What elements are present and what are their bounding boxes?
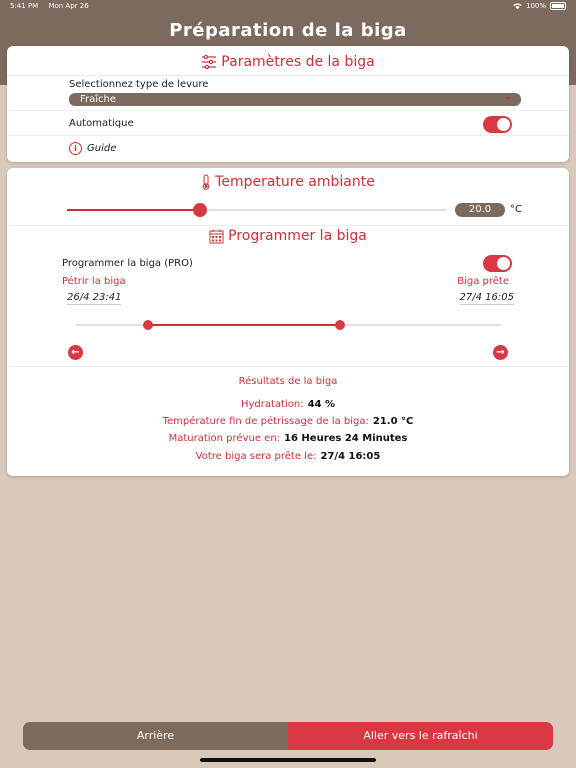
end-date[interactable]: 27/4 16:05 xyxy=(459,292,514,305)
result-row: Température fin de pétrissage de la biga… xyxy=(7,416,569,427)
divider xyxy=(7,225,569,226)
bottom-bar: Arrière Aller vers le rafraîchi xyxy=(23,722,553,750)
battery-percent: 100% xyxy=(525,2,546,10)
result-label: Maturation prévue en: xyxy=(168,433,281,444)
calendar-icon xyxy=(209,229,224,243)
biga-card: Temperature ambiante 20.0 °C Programmer … xyxy=(7,168,569,476)
temp-header: Temperature ambiante xyxy=(7,174,569,190)
start-date[interactable]: 26/4 23:41 xyxy=(67,292,122,305)
range-start-thumb[interactable] xyxy=(143,320,154,330)
auto-label: Automatique xyxy=(69,118,134,129)
info-icon: i xyxy=(69,142,82,155)
range-slider-fill xyxy=(148,324,340,326)
temp-slider-thumb[interactable] xyxy=(193,203,207,217)
divider xyxy=(7,135,569,136)
temp-value: 20.0 xyxy=(455,203,505,217)
schedule-toggle[interactable] xyxy=(483,255,512,272)
wifi-icon xyxy=(513,3,522,9)
guide-link[interactable]: i Guide xyxy=(69,142,116,155)
result-label: Hydratation: xyxy=(240,399,304,410)
end-label: Biga prête xyxy=(457,276,509,287)
home-indicator xyxy=(200,758,376,762)
start-label: Pétrir la biga xyxy=(62,276,126,287)
sliders-icon xyxy=(202,55,217,69)
chevron-down-icon xyxy=(506,97,510,100)
result-row: Hydratation: 44 % xyxy=(7,399,569,410)
temp-unit: °C xyxy=(510,204,522,215)
result-label: Température fin de pétrissage de la biga… xyxy=(162,416,369,427)
toggle-knob xyxy=(497,257,510,270)
yeast-select[interactable]: Fraîche xyxy=(69,93,521,106)
arrow-left-icon[interactable]: ← xyxy=(68,345,83,360)
yeast-value: Fraîche xyxy=(80,94,117,105)
status-bar: 5:41 PM Mon Apr 26 100% xyxy=(0,0,576,14)
status-date: Mon Apr 26 xyxy=(48,2,89,10)
divider xyxy=(7,366,569,367)
next-button[interactable]: Aller vers le rafraîchi xyxy=(288,722,553,750)
auto-toggle[interactable] xyxy=(483,116,512,133)
params-title: Paramètres de la biga xyxy=(221,54,375,70)
result-row: Maturation prévue en: 16 Heures 24 Minute… xyxy=(7,433,569,444)
result-value: 21.0 °C xyxy=(372,416,414,427)
schedule-title: Programmer la biga xyxy=(228,228,367,244)
result-row: Votre biga sera prête le: 27/4 16:05 xyxy=(7,451,569,462)
schedule-toggle-label: Programmer la biga (PRO) xyxy=(62,258,193,269)
range-end-thumb[interactable] xyxy=(334,320,345,330)
params-header: Paramètres de la biga xyxy=(7,54,569,70)
toggle-knob xyxy=(497,118,510,131)
divider xyxy=(7,75,569,76)
temp-title: Temperature ambiante xyxy=(215,174,375,190)
yeast-label: Selectionnez type de levure xyxy=(69,79,209,90)
divider xyxy=(7,110,569,111)
results-title: Résultats de la biga xyxy=(238,376,338,387)
result-value: 16 Heures 24 Minutes xyxy=(284,433,408,444)
temp-slider-fill xyxy=(67,209,200,211)
schedule-header: Programmer la biga xyxy=(7,228,569,244)
page-title: Préparation de la biga xyxy=(169,20,407,41)
thermometer-icon xyxy=(202,174,210,190)
back-button[interactable]: Arrière xyxy=(23,722,288,750)
result-label: Votre biga sera prête le: xyxy=(195,451,317,462)
status-time: 5:41 PM xyxy=(10,2,39,10)
guide-label: Guide xyxy=(87,143,117,154)
result-value: 44 % xyxy=(307,399,336,410)
params-card: Paramètres de la biga Selectionnez type … xyxy=(7,46,569,162)
arrow-right-icon[interactable]: → xyxy=(493,345,508,360)
battery-icon xyxy=(550,2,566,10)
result-value: 27/4 16:05 xyxy=(320,451,381,462)
